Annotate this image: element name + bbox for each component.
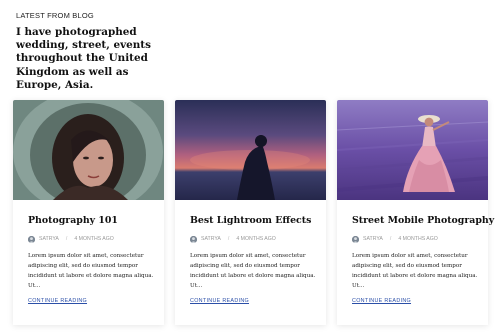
meta-separator: /	[227, 236, 230, 242]
blog-card: Best Lightroom Effects SATRYA / 4 MONTHS…	[175, 100, 326, 325]
lavender-field-image	[337, 100, 488, 200]
post-excerpt: Lorem ipsum dolor sit amet, consectetur …	[190, 253, 316, 289]
post-excerpt: Lorem ipsum dolor sit amet, consectetur …	[352, 253, 478, 289]
post-excerpt: Lorem ipsum dolor sit amet, consectetur …	[28, 253, 154, 289]
section-label: LATEST FROM BLOG	[16, 11, 94, 20]
post-title[interactable]: Photography 101	[28, 215, 158, 226]
meta-separator: /	[389, 236, 392, 242]
post-image[interactable]	[337, 100, 488, 200]
post-author[interactable]: SATRYA	[363, 236, 383, 242]
author-avatar	[352, 235, 359, 243]
continue-reading-link[interactable]: CONTINUE READING	[190, 298, 249, 304]
continue-reading-link[interactable]: CONTINUE READING	[352, 298, 411, 304]
continue-reading-link[interactable]: CONTINUE READING	[28, 298, 87, 304]
blog-card: Photography 101 SATRYA / 4 MONTHS AGO Lo…	[13, 100, 164, 325]
author-avatar	[190, 235, 197, 243]
meta-separator: /	[65, 236, 68, 242]
portrait-image	[13, 100, 164, 200]
blog-posts-grid: Photography 101 SATRYA / 4 MONTHS AGO Lo…	[13, 100, 494, 325]
post-image[interactable]	[13, 100, 164, 200]
blog-card: Street Mobile Photography SATRYA / 4 MON…	[337, 100, 494, 325]
post-time: 4 MONTHS AGO	[74, 236, 114, 242]
post-image[interactable]	[175, 100, 326, 200]
post-time: 4 MONTHS AGO	[398, 236, 438, 242]
sunset-silhouette-image	[175, 100, 326, 200]
section-headline: I have photographed wedding, street, eve…	[16, 26, 151, 91]
post-title[interactable]: Street Mobile Photography	[352, 215, 494, 226]
post-author[interactable]: SATRYA	[39, 236, 59, 242]
post-meta: SATRYA / 4 MONTHS AGO	[190, 234, 276, 244]
author-avatar	[28, 235, 35, 243]
post-title[interactable]: Best Lightroom Effects	[190, 215, 320, 226]
post-time: 4 MONTHS AGO	[236, 236, 276, 242]
post-meta: SATRYA / 4 MONTHS AGO	[28, 234, 114, 244]
post-author[interactable]: SATRYA	[201, 236, 221, 242]
post-meta: SATRYA / 4 MONTHS AGO	[352, 234, 438, 244]
